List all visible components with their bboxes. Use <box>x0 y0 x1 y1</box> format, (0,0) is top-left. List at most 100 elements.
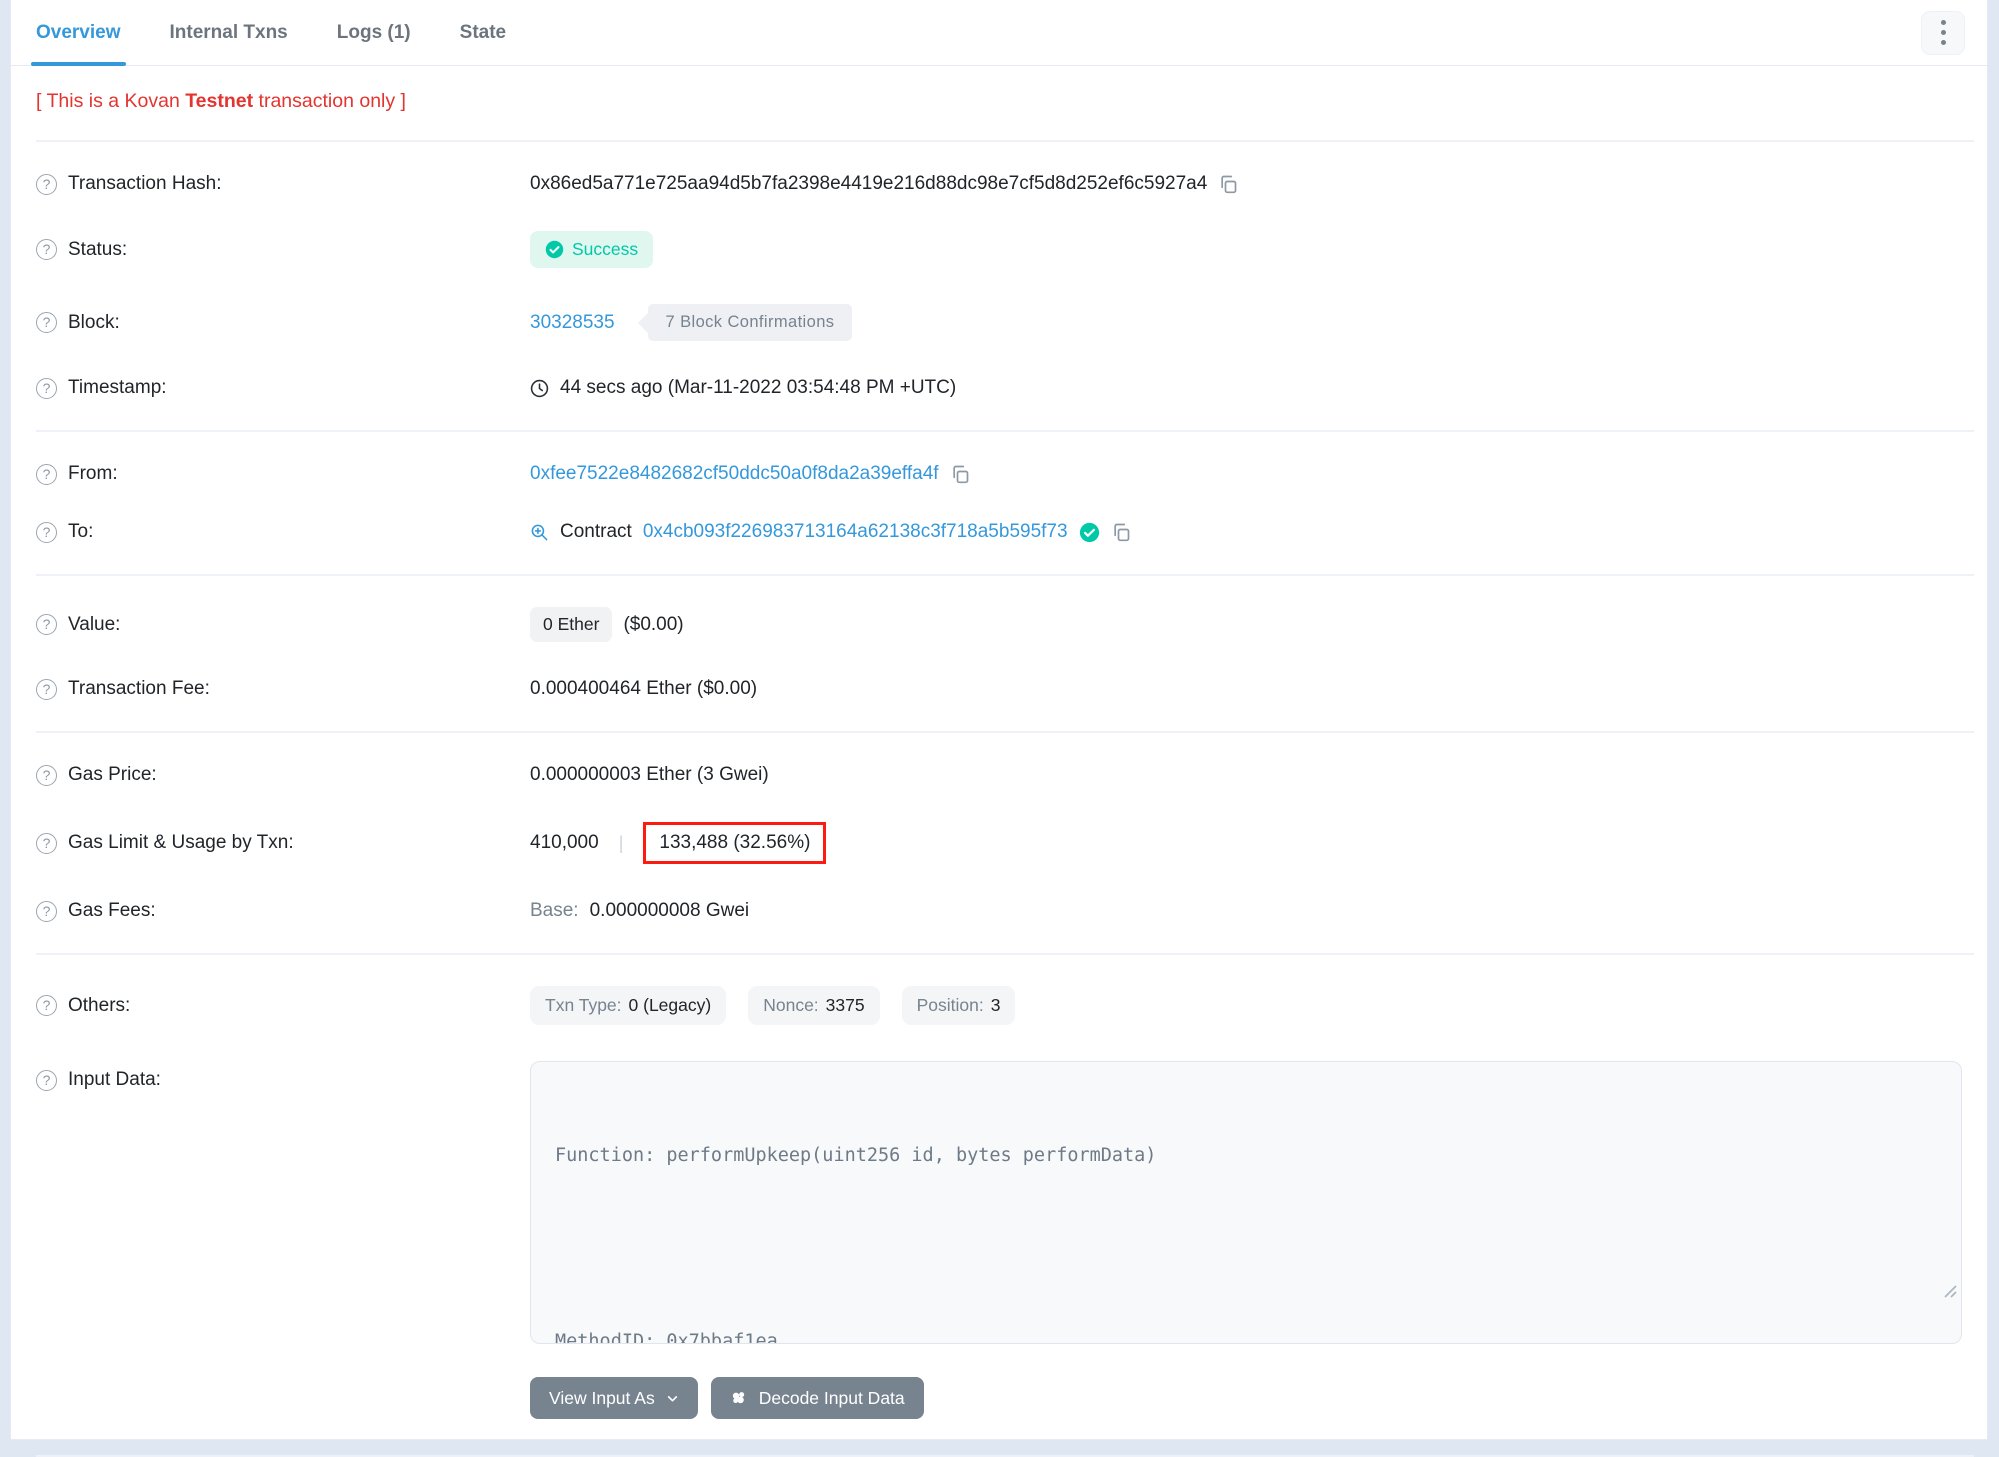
decode-input-data-button[interactable]: Decode Input Data <box>710 1377 924 1419</box>
transaction-hash-value: 0x86ed5a771e725aa94d5b7fa2398e4419e216d8… <box>530 173 1208 194</box>
row-label: ? Timestamp: <box>36 377 530 399</box>
block-label: Block: <box>68 311 120 333</box>
tab-state[interactable]: State <box>460 0 506 65</box>
to-address-link[interactable]: 0x4cb093f226983713164a62138c3f718a5b595f… <box>643 521 1068 543</box>
check-circle-icon <box>545 240 564 259</box>
help-icon[interactable]: ? <box>36 312 57 333</box>
decode-icon <box>732 1392 744 1404</box>
help-icon[interactable]: ? <box>36 678 57 700</box>
divider <box>36 140 1974 142</box>
gas-fees-label: Gas Fees: <box>68 900 156 921</box>
row-label: ? Others: <box>36 995 530 1017</box>
divider <box>36 430 1974 432</box>
view-input-as-label: View Input As <box>549 1387 655 1408</box>
input-data-actions: View Input As Decode Input Data <box>530 1377 1987 1419</box>
more-options-button[interactable] <box>1921 10 1965 55</box>
row-input-data: ? Input Data: Function: performUpkeep(ui… <box>11 1043 1987 1362</box>
status-label: Status: <box>68 238 128 260</box>
row-label: ? Status: <box>36 239 530 261</box>
txn-type-value: 0 (Legacy) <box>628 995 712 1015</box>
copy-icon[interactable] <box>1111 522 1131 542</box>
row-label: ? Transaction Fee: <box>36 678 530 700</box>
row-label: ? Value: <box>36 614 530 636</box>
to-label: To: <box>68 521 94 542</box>
help-icon[interactable]: ? <box>36 173 57 195</box>
row-status: ? Status: Success <box>11 213 1987 286</box>
others-label: Others: <box>68 994 131 1016</box>
help-icon[interactable]: ? <box>36 521 57 543</box>
position-key: Position: <box>916 995 984 1015</box>
tab-internal-txns[interactable]: Internal Txns <box>170 0 288 65</box>
ether-value-badge: 0 Ether <box>530 607 613 642</box>
row-label: ? Gas Limit & Usage by Txn: <box>36 832 530 854</box>
clock-icon <box>530 379 549 398</box>
decode-input-data-label: Decode Input Data <box>758 1387 905 1408</box>
input-function-line: Function: performUpkeep(uint256 id, byte… <box>555 1145 1157 1166</box>
row-gas-limit-usage: ? Gas Limit & Usage by Txn: 410,000 | 13… <box>11 804 1987 882</box>
input-method-line: MethodID: 0x7bbaf1ea <box>555 1331 778 1344</box>
row-block: ? Block: 30328535 7 Block Confirmations <box>11 286 1987 359</box>
tab-bar: Overview Internal Txns Logs (1) State <box>11 0 1987 66</box>
testnet-warning-suffix: transaction only ] <box>253 90 406 112</box>
timestamp-value: 44 secs ago (Mar-11-2022 03:54:48 PM +UT… <box>560 377 957 398</box>
help-icon[interactable]: ? <box>36 614 57 635</box>
input-data-textarea[interactable]: Function: performUpkeep(uint256 id, byte… <box>530 1061 1962 1344</box>
row-others: ? Others: Txn Type: 0 (Legacy) Nonce: 33… <box>11 968 1987 1043</box>
from-label: From: <box>68 463 118 484</box>
divider <box>36 731 1974 733</box>
copy-icon[interactable] <box>950 464 970 484</box>
resize-grip[interactable] <box>1832 1246 1957 1339</box>
help-icon[interactable]: ? <box>36 900 57 922</box>
help-icon[interactable]: ? <box>36 995 57 1016</box>
testnet-warning: [ This is a Kovan Testnet transaction on… <box>11 66 1987 140</box>
timestamp-label: Timestamp: <box>68 377 167 398</box>
tab-logs[interactable]: Logs (1) <box>337 0 411 65</box>
row-value: ? Value: 0 Ether ($0.00) <box>11 589 1987 660</box>
transaction-fee-value: 0.000400464 Ether ($0.00) <box>530 678 758 699</box>
block-number-link[interactable]: 30328535 <box>530 312 615 334</box>
divider <box>36 953 1974 955</box>
view-input-as-button[interactable]: View Input As <box>530 1377 698 1419</box>
row-gas-price: ? Gas Price: 0.000000003 Ether (3 Gwei) <box>11 746 1987 804</box>
transaction-fee-label: Transaction Fee: <box>68 678 210 699</box>
position-badge: Position: 3 <box>901 986 1016 1025</box>
gas-price-label: Gas Price: <box>68 764 157 785</box>
help-icon[interactable]: ? <box>36 832 57 854</box>
row-from: ? From: 0xfee7522e8482682cf50ddc50a0f8da… <box>11 445 1987 503</box>
testnet-warning-bold: Testnet <box>185 90 254 112</box>
row-label: ? From: <box>36 463 530 485</box>
from-address-link[interactable]: 0xfee7522e8482682cf50ddc50a0f8da2a39effa… <box>530 463 939 485</box>
position-value: 3 <box>990 995 1001 1015</box>
txn-type-badge: Txn Type: 0 (Legacy) <box>530 986 727 1025</box>
status-badge: Success <box>530 231 654 268</box>
to-contract-prefix: Contract <box>560 521 632 542</box>
help-icon[interactable]: ? <box>36 377 57 399</box>
help-icon[interactable]: ? <box>36 764 57 786</box>
help-icon[interactable]: ? <box>36 1069 57 1091</box>
copy-icon[interactable] <box>1218 174 1238 194</box>
gas-separator: | <box>618 832 624 853</box>
nonce-key: Nonce: <box>763 995 819 1015</box>
row-label: ? To: <box>36 521 530 543</box>
kebab-icon <box>1940 18 1946 48</box>
verified-check-icon <box>1079 522 1099 542</box>
row-gas-fees: ? Gas Fees: Base: 0.000000008 Gwei <box>11 882 1987 940</box>
transaction-card: Overview Internal Txns Logs (1) State [ … <box>10 0 1988 1457</box>
chevron-down-icon <box>667 1395 677 1401</box>
row-transaction-fee: ? Transaction Fee: 0.000400464 Ether ($0… <box>11 660 1987 718</box>
nonce-badge: Nonce: 3375 <box>748 986 880 1025</box>
help-icon[interactable]: ? <box>36 463 57 485</box>
block-confirmations-badge: 7 Block Confirmations <box>647 304 853 341</box>
gas-limit-label: Gas Limit & Usage by Txn: <box>68 832 294 853</box>
txn-type-key: Txn Type: <box>545 995 622 1015</box>
gas-limit-value: 410,000 <box>530 832 599 853</box>
help-icon[interactable]: ? <box>36 239 57 260</box>
tab-overview[interactable]: Overview <box>31 0 125 66</box>
nonce-value: 3375 <box>825 995 865 1015</box>
row-label: ? Input Data: <box>36 1061 530 1091</box>
gas-fees-base-label: Base: <box>530 900 579 921</box>
gas-fees-base-value: 0.000000008 Gwei <box>589 900 750 921</box>
value-label: Value: <box>68 613 121 635</box>
zoom-in-icon[interactable] <box>530 523 549 542</box>
input-blank-line <box>555 1233 1937 1264</box>
